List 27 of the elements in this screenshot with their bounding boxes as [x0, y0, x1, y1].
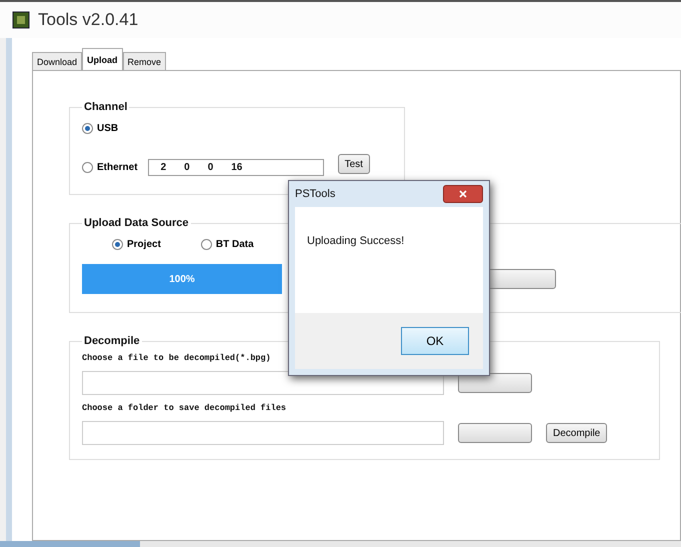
ok-button[interactable]: OK [401, 327, 469, 355]
test-button[interactable]: Test [338, 154, 370, 174]
browse-button[interactable] [458, 373, 532, 393]
group-title: Decompile [83, 335, 141, 347]
radio-button[interactable]: USB [82, 123, 118, 134]
folder-field[interactable] [82, 421, 444, 445]
tab[interactable]: Remove [122, 52, 166, 70]
dialog-message: Uploading Success! [307, 235, 404, 247]
app-icon [12, 11, 30, 29]
close-button[interactable] [443, 185, 483, 203]
radio-button[interactable]: Project [112, 239, 161, 250]
tab[interactable]: Download [32, 52, 82, 70]
file-label: Choose a file to be decompiled(*.bpg) [82, 353, 272, 363]
radio-button[interactable]: BT Data [200, 239, 254, 250]
group-title: Upload Data Source [83, 217, 190, 229]
close-icon [459, 190, 467, 198]
group-title: Channel [83, 101, 128, 113]
tab[interactable]: Upload [82, 48, 123, 70]
scrollbar-thumb[interactable] [0, 541, 140, 547]
decompile-button[interactable]: Decompile [546, 423, 608, 443]
folder-label: Choose a folder to save decompiled files [82, 403, 288, 413]
dialog-title: PSTools [295, 188, 336, 200]
progress-text: 100% [169, 274, 195, 284]
ip-field[interactable]: 2 0 0 16 [148, 158, 324, 176]
browse-button[interactable] [458, 423, 532, 443]
radio-button[interactable]: Ethernet [82, 162, 138, 172]
window-title: Tools v2.0.41 [38, 10, 138, 30]
